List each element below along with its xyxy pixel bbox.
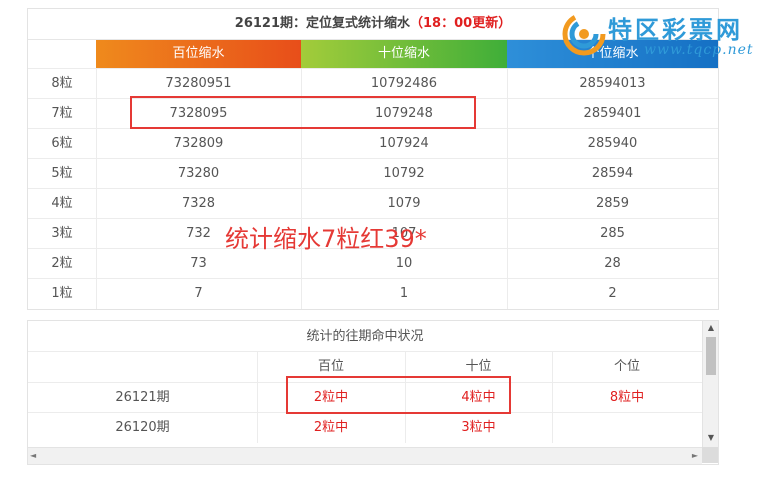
- row-label: 4粒: [28, 189, 97, 219]
- table-row: 8粒 73280951 10792486 28594013: [28, 68, 718, 99]
- cell-bai: 7328: [96, 189, 302, 219]
- history-header-shi: 十位: [405, 352, 553, 382]
- cell-shi: 10792: [301, 159, 508, 189]
- cell-bai: 73280: [96, 159, 302, 189]
- table-row: 5粒 73280 10792 28594: [28, 158, 718, 189]
- scroll-left-icon[interactable]: ◄: [30, 448, 36, 464]
- history-ge: [552, 413, 702, 443]
- table-row: 7粒 7328095 1079248 2859401: [28, 98, 718, 129]
- scroll-right-icon[interactable]: ►: [692, 448, 698, 464]
- history-ge: 8粒中: [609, 390, 645, 405]
- cell-shi: 107924: [301, 129, 508, 159]
- scroll-up-icon[interactable]: ▲: [703, 321, 718, 335]
- cell-shi: 1: [301, 279, 508, 309]
- overlay-annotation: 统计缩水7粒红39*: [225, 225, 427, 253]
- history-header-period: [28, 352, 258, 382]
- cell-shi: 1079: [301, 189, 508, 219]
- vertical-scrollbar[interactable]: ▲ ▼: [702, 321, 718, 447]
- scroll-thumb[interactable]: [706, 337, 716, 375]
- history-shi: 3粒中: [405, 413, 553, 443]
- history-panel: 统计的往期命中状况 百位 十位 个位 26121期 2粒中 4粒中 8粒中 26…: [27, 320, 719, 465]
- history-bai: 2粒中: [257, 383, 406, 413]
- scrollbar-corner: [702, 447, 718, 463]
- cell-ge: 28594: [591, 166, 634, 181]
- cell-bai: 7: [96, 279, 302, 309]
- horizontal-scrollbar[interactable]: ◄ ►: [28, 447, 702, 464]
- row-label: 2粒: [28, 249, 97, 279]
- row-label: 6粒: [28, 129, 97, 159]
- row-label: 5粒: [28, 159, 97, 189]
- table-row: 26120期 2粒中 3粒中: [28, 412, 702, 443]
- scroll-down-icon[interactable]: ▼: [703, 431, 718, 445]
- header-blank: [28, 40, 97, 68]
- history-period: 26120期: [28, 413, 258, 443]
- stats-title-main: 26121期：定位复式统计缩水: [234, 16, 411, 31]
- cell-ge: 2859: [595, 196, 630, 211]
- cell-shi: 1079248: [301, 99, 508, 129]
- row-label: 1粒: [28, 279, 97, 309]
- row-label: 7粒: [28, 99, 97, 129]
- cell-ge: 2: [608, 286, 617, 301]
- cell-ge: 28594013: [579, 76, 646, 91]
- stats-title-update: （18：00更新）: [410, 16, 512, 31]
- table-row: 6粒 732809 107924 285940: [28, 128, 718, 159]
- table-row: 26121期 2粒中 4粒中 8粒中: [28, 382, 702, 413]
- row-label: 3粒: [28, 219, 97, 249]
- logo-brand: 特区彩票网: [608, 16, 743, 44]
- cell-ge: 285940: [587, 136, 638, 151]
- cell-bai: 7328095: [96, 99, 302, 129]
- history-bai: 2粒中: [257, 413, 406, 443]
- history-period: 26121期: [28, 383, 258, 413]
- cell-ge: 2859401: [583, 106, 642, 121]
- site-logo[interactable]: 特区彩票网 www.tqcp.net: [560, 10, 755, 62]
- header-bai: 百位缩水: [96, 40, 301, 68]
- row-label: 8粒: [28, 69, 97, 99]
- header-shi: 十位缩水: [301, 40, 507, 68]
- history-shi: 4粒中: [405, 383, 553, 413]
- cell-bai: 732809: [96, 129, 302, 159]
- table-row: 4粒 7328 1079 2859: [28, 188, 718, 219]
- cell-bai: 73280951: [96, 69, 302, 99]
- cell-ge: 285: [600, 226, 625, 241]
- logo-swirl-icon: [562, 12, 606, 56]
- logo-url: www.tqcp.net: [644, 42, 754, 58]
- history-header-row: 百位 十位 个位: [28, 352, 702, 382]
- history-header-bai: 百位: [257, 352, 406, 382]
- history-title: 统计的往期命中状况: [28, 321, 702, 352]
- cell-ge: 28: [604, 256, 621, 271]
- table-row: 1粒 7 1 2: [28, 278, 718, 309]
- history-header-ge: 个位: [613, 359, 640, 374]
- cell-shi: 10792486: [301, 69, 508, 99]
